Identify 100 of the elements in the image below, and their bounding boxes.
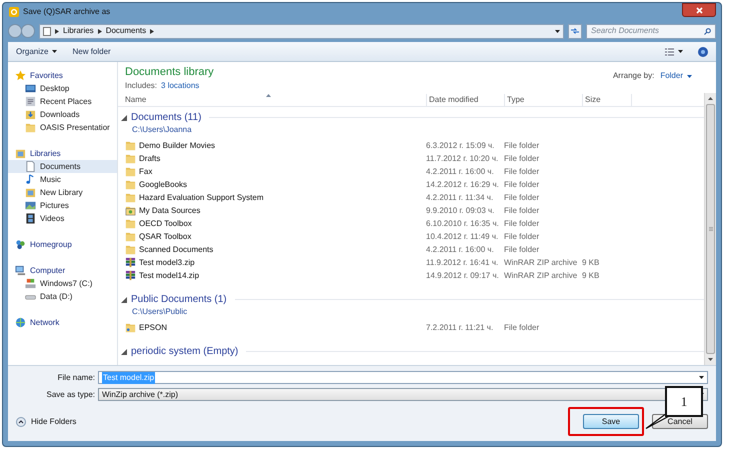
document-icon <box>25 161 36 172</box>
sidebar-item[interactable]: Desktop <box>8 82 117 95</box>
arrange-by-label: Arrange by: <box>612 70 654 82</box>
file-row[interactable]: Demo Builder Movies 6.3.2012 г. 15:09 ч. File folder <box>118 139 704 152</box>
sidebar-item[interactable]: Downloads <box>8 108 117 121</box>
address-bar[interactable]: Libraries Documents <box>39 24 564 38</box>
dropdown-icon[interactable] <box>555 30 560 32</box>
help-icon[interactable] <box>698 46 708 56</box>
file-row[interactable]: Scanned Documents 4.2.2011 г. 16:00 ч. File folder <box>118 243 704 256</box>
scroll-up-icon[interactable] <box>708 97 713 100</box>
scroll-thumb[interactable] <box>706 104 715 354</box>
date-cell-text: 14.9.2012 г. 09:17 ч. <box>426 270 500 282</box>
archive-icon <box>125 270 136 281</box>
file-row[interactable]: GoogleBooks 14.2.2012 г. 16:29 ч. File folder <box>118 178 704 191</box>
breadcrumb[interactable]: Documents <box>106 25 146 37</box>
close-icon <box>696 6 702 14</box>
file-name: QSAR Toolbox <box>139 230 192 242</box>
dialog-button[interactable]: Save <box>583 414 639 429</box>
view-options-button[interactable] <box>665 48 683 56</box>
organize-button[interactable]: Organize <box>16 46 58 58</box>
size-cell-text: 9 KB <box>582 270 600 282</box>
arrange-by-dropdown[interactable]: Folder <box>660 70 692 82</box>
file-row[interactable]: Test model14.zip 14.9.2012 г. 09:17 ч. WinRAR ZIP archive 9 KB <box>118 269 704 282</box>
column-header[interactable]: Date modified <box>426 94 504 106</box>
sidebar-item[interactable]: Windows7 (C:) <box>8 277 117 290</box>
sidebar-item[interactable]: Documents <box>8 160 117 173</box>
breadcrumb-arrow-icon <box>55 28 59 34</box>
breadcrumb-arrow-icon <box>150 28 154 34</box>
folder-icon <box>125 153 136 164</box>
group-header[interactable]: Public Documents (1) <box>131 292 227 307</box>
sidebar-item[interactable]: Music <box>8 173 117 186</box>
file-name: OECD Toolbox <box>139 218 192 230</box>
sidebar-item[interactable]: Computer <box>8 264 117 277</box>
column-header[interactable]: Size <box>582 94 632 106</box>
folder-icon <box>125 179 136 190</box>
refresh-button[interactable] <box>568 24 582 38</box>
column-header[interactable]: Name <box>118 94 426 106</box>
file-row[interactable]: Fax 4.2.2011 г. 16:00 ч. File folder <box>118 165 704 178</box>
file-row[interactable]: Test model3.zip 11.9.2012 г. 16:41 ч. WinRAR ZIP archive 9 KB <box>118 256 704 269</box>
date-cell-text: 6.3.2012 г. 15:09 ч. <box>426 140 496 152</box>
type-cell-text: File folder <box>504 178 540 190</box>
sidebar-item[interactable]: Videos <box>8 212 117 225</box>
file-row[interactable]: QSAR Toolbox 10.4.2012 г. 11:49 ч. File folder <box>118 230 704 243</box>
breadcrumb[interactable]: Libraries <box>63 25 94 37</box>
scrollbar[interactable] <box>704 93 716 365</box>
sidebar-item[interactable]: Recent Places <box>8 95 117 108</box>
file-row[interactable]: Hazard Evaluation Support System 4.2.2011 г. 11:34 ч. File folder <box>118 191 704 204</box>
collapse-icon[interactable] <box>121 296 127 302</box>
file-row[interactable]: My Data Sources 9.9.2010 г. 09:03 ч. File folder <box>118 204 704 217</box>
library-title: Documents library <box>125 66 215 79</box>
group-header[interactable]: periodic system (Empty) <box>131 344 238 359</box>
shared-folder-icon <box>125 322 136 333</box>
file-name-label: File name: <box>56 372 96 384</box>
file-name: GoogleBooks <box>139 178 188 190</box>
library-icon <box>15 148 26 159</box>
location-icon <box>43 26 51 36</box>
new-folder-button[interactable]: New folder <box>72 46 111 58</box>
collapse-icon[interactable] <box>121 348 127 354</box>
folder-icon <box>125 231 136 242</box>
locations-link[interactable]: 3 locations <box>161 80 200 92</box>
sidebar-item[interactable]: OASIS Presentatior <box>8 121 117 134</box>
download-folder-icon <box>25 109 36 120</box>
group-path: C:\Users\Joanna <box>131 124 193 135</box>
picture-icon <box>25 200 36 211</box>
collapse-icon[interactable] <box>121 114 127 120</box>
search-input[interactable]: Search Documents <box>591 25 704 37</box>
sidebar-item[interactable]: Homegroup <box>8 238 117 251</box>
sidebar-item[interactable]: Data (D:) <box>8 290 117 303</box>
includes-label: Includes: <box>125 80 158 92</box>
file-name: Demo Builder Movies <box>139 140 216 152</box>
sidebar-item[interactable]: Network <box>8 316 117 329</box>
folder-icon <box>125 192 136 203</box>
sidebar-item[interactable]: Pictures <box>8 199 117 212</box>
app-icon <box>9 6 19 16</box>
sidebar-item[interactable]: New Library <box>8 186 117 199</box>
file-row[interactable]: EPSON 7.2.2011 г. 11:21 ч. File folder <box>118 321 704 334</box>
folder-icon <box>125 205 136 216</box>
file-row[interactable]: OECD Toolbox 6.10.2010 г. 16:35 ч. File folder <box>118 217 704 230</box>
group-header[interactable]: Documents (11) <box>131 110 202 125</box>
search-field[interactable]: Search Documents <box>586 24 716 38</box>
folder-icon <box>125 244 136 255</box>
sidebar-item[interactable]: Libraries <box>8 147 117 160</box>
archive-icon <box>125 257 136 268</box>
scroll-down-icon[interactable] <box>708 358 713 361</box>
file-row[interactable]: Drafts 11.7.2012 г. 10:20 ч. File folder <box>118 152 704 165</box>
date-cell-text: 11.7.2012 г. 10:20 ч. <box>426 152 500 164</box>
type-cell-text: File folder <box>504 204 540 216</box>
dropdown-icon[interactable] <box>699 376 704 379</box>
file-name: Scanned Documents <box>139 244 214 256</box>
date-cell-text: 6.10.2010 г. 16:35 ч. <box>426 218 500 230</box>
hide-folders-button[interactable]: Hide Folders <box>16 416 76 428</box>
column-header[interactable]: Type <box>504 94 582 106</box>
close-button[interactable] <box>682 3 716 17</box>
file-name: EPSON <box>139 322 168 334</box>
file-name: Hazard Evaluation Support System <box>139 192 264 204</box>
sidebar-item[interactable]: Favorites <box>8 69 117 82</box>
chevron-up-icon <box>16 416 26 426</box>
type-cell-text: File folder <box>504 230 540 242</box>
film-icon <box>25 213 36 224</box>
type-cell-text: WinRAR ZIP archive <box>504 256 578 268</box>
